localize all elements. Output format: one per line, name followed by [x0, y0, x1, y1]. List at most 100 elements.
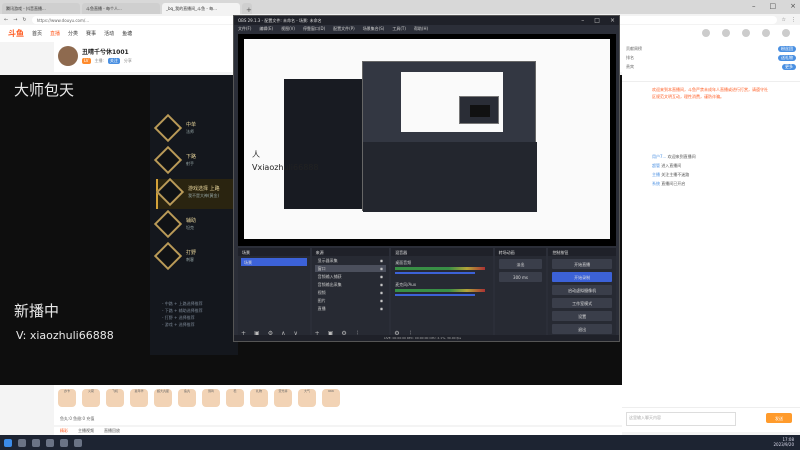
chat-input[interactable]: 这里输入聊天内容: [626, 412, 736, 426]
role-option-selected[interactable]: 游戏选择 上路 我不是大神(黄金): [155, 177, 236, 209]
source-item[interactable]: 显示器采集 ◉: [315, 257, 387, 264]
nav-item[interactable]: 赛事: [86, 30, 96, 37]
scene-item[interactable]: 场景: [241, 258, 307, 266]
maximize-icon[interactable]: □: [770, 2, 777, 10]
nav-item[interactable]: 首页: [32, 30, 42, 37]
nav-item-active[interactable]: 直播: [50, 30, 60, 37]
task-view-icon[interactable]: [32, 438, 40, 447]
gift-item[interactable]: 飞机: [106, 389, 124, 407]
menu-item[interactable]: 文件(F): [238, 26, 251, 31]
new-tab-button[interactable]: +: [242, 3, 252, 14]
menu-item[interactable]: 配置文件(P): [333, 26, 355, 31]
start-recording-button[interactable]: 开始录制: [552, 272, 612, 282]
role-option[interactable]: 下路 射手: [153, 145, 236, 177]
obs-icon[interactable]: [74, 438, 82, 447]
rank-button[interactable]: 送礼物: [778, 55, 796, 61]
minimize-icon[interactable]: –: [581, 17, 584, 24]
gift-item[interactable]: 火箭: [82, 389, 100, 407]
refresh-icon[interactable]: ↻: [22, 17, 26, 23]
menu-item[interactable]: 停靠窗口(D): [303, 26, 325, 31]
eye-icon[interactable]: ◉: [380, 290, 384, 295]
bottom-tab[interactable]: 精彩: [60, 428, 68, 434]
gift-item[interactable]: 办卡: [58, 389, 76, 407]
source-item[interactable]: 直播 ◉: [315, 305, 387, 312]
download-icon[interactable]: [742, 29, 750, 37]
gift-item[interactable]: 嘉年华: [130, 389, 148, 407]
volume-slider[interactable]: [395, 272, 476, 274]
folder-icon[interactable]: [60, 438, 68, 447]
chat-user[interactable]: 超管: [652, 163, 660, 168]
source-item[interactable]: 图片 ◉: [315, 297, 387, 304]
browser-tab-active[interactable]: _bq_我的直播间_斗鱼 - 每...: [162, 3, 240, 14]
role-option[interactable]: 打野 刺客: [153, 241, 236, 273]
avatar[interactable]: [782, 29, 790, 37]
menu-item[interactable]: 工具(T): [392, 26, 406, 31]
star-icon[interactable]: ☆: [782, 17, 786, 23]
minimize-icon[interactable]: –: [752, 2, 756, 10]
studio-mode-button[interactable]: 工作室模式: [552, 298, 612, 308]
volume-slider[interactable]: [395, 294, 476, 296]
rank-button[interactable]: 粉丝团: [778, 46, 796, 52]
follow-button[interactable]: 关注: [107, 58, 120, 64]
source-item[interactable]: 音频输入捕获 ◉: [315, 273, 387, 280]
gift-item[interactable]: 弱鸡: [202, 389, 220, 407]
gift-item[interactable]: 礼物: [250, 389, 268, 407]
eye-icon[interactable]: ◉: [380, 306, 384, 311]
start-icon[interactable]: [4, 438, 12, 447]
eye-icon[interactable]: ◉: [380, 258, 384, 263]
date[interactable]: 2023/9/20: [773, 442, 794, 447]
menu-item[interactable]: 视图(V): [281, 26, 295, 31]
source-item[interactable]: 音频输出采集 ◉: [315, 281, 387, 288]
chat-user[interactable]: 主播: [652, 172, 660, 177]
send-button[interactable]: 发送: [766, 413, 792, 423]
history-icon[interactable]: [702, 29, 710, 37]
eye-icon[interactable]: ◉: [380, 282, 384, 287]
browser-tab[interactable]: 腾讯游戏 - 抖音直播...: [2, 3, 80, 14]
message-icon[interactable]: [762, 29, 770, 37]
nav-item[interactable]: 鱼塘: [122, 30, 132, 37]
menu-item[interactable]: 帮助(H): [414, 26, 428, 31]
source-item[interactable]: 视频 ◉: [315, 289, 387, 296]
start-streaming-button[interactable]: 开始直播: [552, 259, 612, 269]
bottom-tab[interactable]: 主播视频: [78, 428, 94, 434]
gift-item[interactable]: 666: [322, 389, 340, 407]
obs-preview[interactable]: 人 Vxiaozhuli66888: [238, 34, 616, 246]
chat-user[interactable]: 用户7...: [652, 154, 666, 159]
gift-item[interactable]: 大气: [298, 389, 316, 407]
nav-item[interactable]: 分类: [68, 30, 78, 37]
chat-user[interactable]: 系统: [652, 181, 660, 186]
duration-input[interactable]: 300 ms: [498, 272, 543, 282]
follow-icon[interactable]: [722, 29, 730, 37]
gift-item[interactable]: 鱼丸: [178, 389, 196, 407]
role-option[interactable]: 中单 法师: [153, 113, 236, 145]
eye-icon[interactable]: ◉: [380, 298, 384, 303]
close-icon[interactable]: ×: [610, 17, 615, 24]
gift-item[interactable]: 稳: [226, 389, 244, 407]
browser-icon[interactable]: [46, 438, 54, 447]
menu-icon[interactable]: ⋮: [791, 17, 796, 23]
maximize-icon[interactable]: □: [594, 17, 600, 24]
share-button[interactable]: 分享: [124, 58, 132, 64]
site-logo[interactable]: 斗鱼: [8, 28, 24, 39]
role-option[interactable]: 辅助 坦克: [153, 209, 236, 241]
bottom-tab[interactable]: 直播回放: [104, 428, 120, 434]
gift-item[interactable]: 超大丸星: [154, 389, 172, 407]
browser-tab[interactable]: 斗鱼直播 - 每个人...: [82, 3, 160, 14]
virtual-camera-button[interactable]: 启动虚拟摄像机: [552, 285, 612, 295]
nav-item[interactable]: 活动: [104, 30, 114, 37]
transition-select[interactable]: 淡出: [498, 259, 543, 269]
back-icon[interactable]: ←: [4, 17, 8, 23]
exit-button[interactable]: 退出: [552, 324, 612, 334]
close-icon[interactable]: ×: [790, 2, 796, 10]
streamer-avatar[interactable]: [58, 46, 78, 66]
eye-icon[interactable]: ◉: [380, 274, 384, 279]
search-icon[interactable]: [18, 438, 26, 447]
rank-button[interactable]: 更多: [782, 64, 796, 70]
menu-item[interactable]: 编辑(E): [259, 26, 273, 31]
settings-button[interactable]: 设置: [552, 311, 612, 321]
forward-icon[interactable]: →: [13, 17, 17, 23]
source-item[interactable]: 窗口 ◉: [314, 265, 387, 272]
eye-icon[interactable]: ◉: [380, 266, 384, 271]
gift-item[interactable]: 荧光棒: [274, 389, 292, 407]
menu-item[interactable]: 场景集合(S): [363, 26, 385, 31]
